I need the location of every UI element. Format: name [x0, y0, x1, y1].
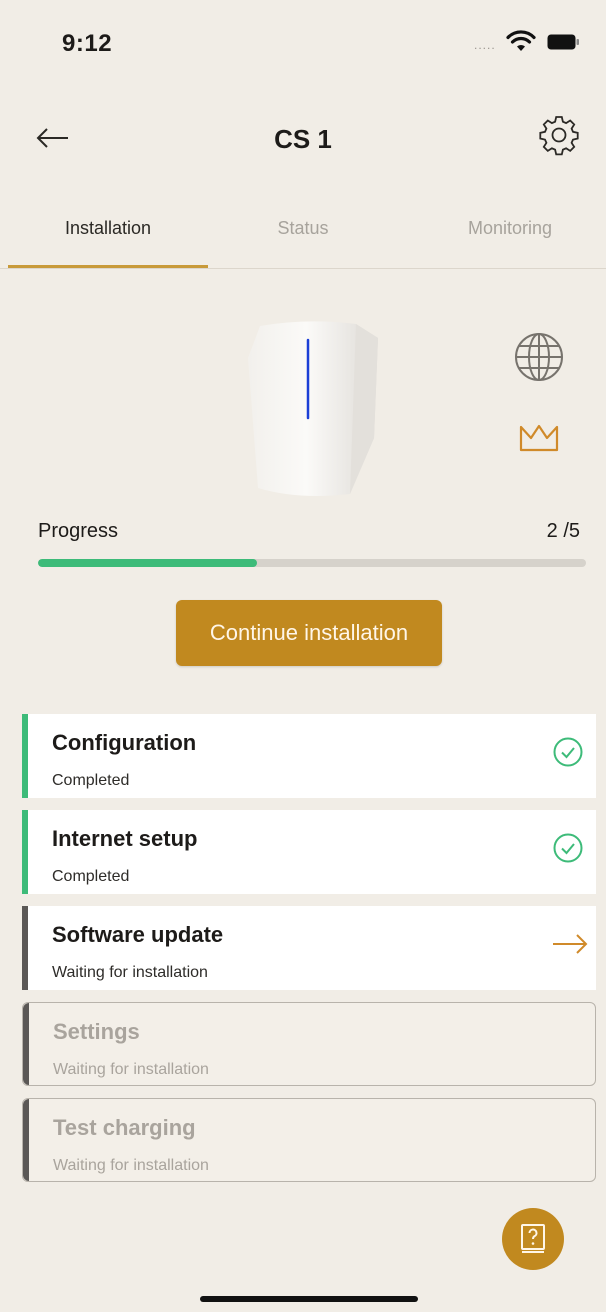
step-status-bar [22, 810, 28, 894]
step-status: Waiting for installation [52, 964, 208, 981]
step-status: Completed [52, 868, 130, 885]
manual-help-icon [521, 1224, 545, 1253]
arrow-right-icon [553, 934, 588, 954]
tab-monitoring[interactable]: Monitoring [410, 218, 606, 239]
step-configuration[interactable]: Configuration Completed [22, 714, 596, 798]
continue-installation-button[interactable]: Continue installation [176, 600, 442, 666]
step-status-bar [22, 906, 28, 990]
step-settings: Settings Waiting for installation [22, 1002, 596, 1086]
step-title: Configuration [52, 730, 197, 755]
step-software-update[interactable]: Software update Waiting for installation [22, 906, 596, 990]
step-internet-setup[interactable]: Internet setup Completed [22, 810, 596, 894]
wifi-icon [506, 30, 536, 51]
step-title: Settings [53, 1019, 140, 1044]
step-status-bar [23, 1003, 29, 1085]
globe-icon[interactable] [512, 330, 566, 384]
step-test-charging: Test charging Waiting for installation [22, 1098, 596, 1182]
progress-value: 2 /5 [546, 520, 580, 542]
step-title: Test charging [53, 1115, 196, 1140]
signal-icon: ..... [474, 38, 496, 52]
tab-installation[interactable]: Installation [8, 218, 208, 239]
home-indicator [200, 1296, 418, 1302]
step-status-bar [23, 1099, 29, 1181]
status-time: 9:12 [62, 30, 113, 57]
active-tab-indicator [8, 265, 208, 268]
tabs-divider [0, 268, 606, 269]
page-title: CS 1 [274, 124, 332, 154]
gear-icon[interactable] [536, 112, 582, 158]
tab-status[interactable]: Status [203, 218, 403, 239]
progress-label: Progress [38, 520, 119, 542]
check-circle-icon [553, 833, 583, 863]
crown-icon[interactable] [516, 420, 562, 454]
step-status-bar [22, 714, 28, 798]
step-status: Completed [52, 772, 130, 789]
progress-bar-fill [38, 559, 258, 567]
step-status: Waiting for installation [53, 1157, 209, 1174]
charger-image [248, 321, 378, 496]
progress-bar [38, 559, 586, 567]
battery-icon [547, 34, 579, 50]
check-circle-icon [553, 737, 583, 767]
step-title: Internet setup [52, 826, 198, 851]
help-manual-button[interactable] [502, 1208, 564, 1270]
step-status: Waiting for installation [53, 1061, 209, 1078]
step-title: Software update [52, 922, 224, 947]
